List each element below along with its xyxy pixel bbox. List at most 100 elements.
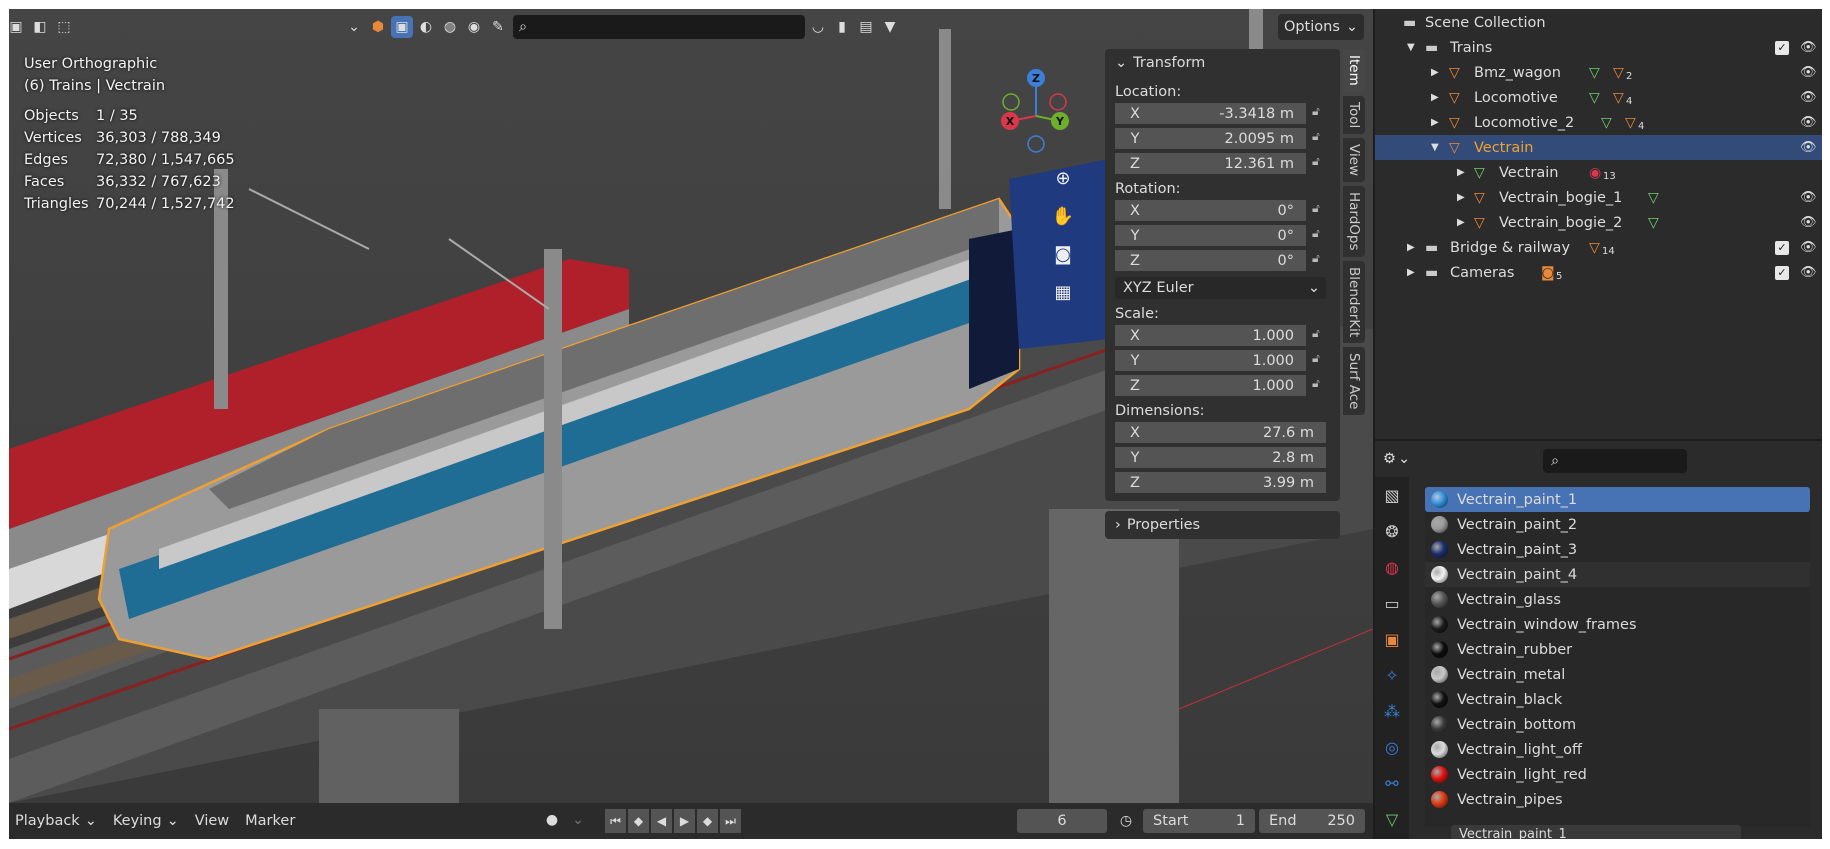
material-slot[interactable]: Vectrain_black: [1425, 687, 1810, 712]
material-slot[interactable]: Vectrain_paint_4: [1425, 562, 1810, 587]
eye-icon[interactable]: 👁︎: [1800, 215, 1817, 230]
active-material-field[interactable]: Vectrain_paint_1: [1451, 825, 1741, 839]
scale-z-field[interactable]: Z 1.000 🔓︎: [1115, 375, 1320, 396]
viewport-search-input[interactable]: ⌕: [513, 15, 805, 39]
scale-x-field[interactable]: X 1.000 🔓︎: [1115, 325, 1320, 346]
material-slot[interactable]: Vectrain_bottom: [1425, 712, 1810, 737]
lock-icon[interactable]: 🔓︎: [1312, 326, 1330, 344]
properties-search-input[interactable]: ⌕: [1543, 449, 1687, 473]
select-box-icon[interactable]: ▣: [9, 16, 27, 38]
expand-triangle-icon[interactable]: ▶: [1457, 192, 1465, 203]
options-button[interactable]: Options ⌄: [1278, 14, 1364, 40]
material-slot[interactable]: Vectrain_paint_2: [1425, 512, 1810, 537]
prev-keyframe-icon[interactable]: ◆: [628, 809, 649, 833]
location-z-field[interactable]: Z 12.361 m 🔓︎: [1115, 153, 1320, 174]
dimensions-x-field[interactable]: X 27.6 m: [1115, 422, 1326, 443]
outliner-row[interactable]: ▶ ▽ Vectrain_bogie_1 ▽ 👁︎: [1375, 185, 1822, 210]
jump-start-icon[interactable]: ⏮: [605, 809, 626, 833]
data-tab-icon[interactable]: ▽: [1375, 801, 1409, 837]
tab-tool[interactable]: Tool: [1343, 95, 1365, 134]
exclude-checkbox[interactable]: ✓: [1775, 265, 1789, 280]
outliner-row-selected[interactable]: ▼ ▽ Vectrain 👁︎: [1375, 135, 1822, 160]
eye-icon[interactable]: 👁︎: [1800, 40, 1817, 55]
expand-triangle-icon[interactable]: ▶: [1431, 117, 1439, 128]
filter-icon[interactable]: ▼: [879, 16, 901, 38]
outliner-row[interactable]: ▼ ▬ Trains ✓ 👁︎: [1375, 35, 1822, 60]
outliner-row[interactable]: ▶ ▬ Cameras ◙ 5 ✓ 👁︎: [1375, 260, 1822, 285]
material-slot[interactable]: Vectrain_paint_3: [1425, 537, 1810, 562]
navigation-gizmo[interactable]: Z Y X: [994, 61, 1079, 161]
record-icon[interactable]: ●: [541, 809, 563, 831]
material-slot[interactable]: Vectrain_pipes: [1425, 787, 1810, 812]
brush-icon[interactable]: ✎: [487, 16, 509, 38]
3d-viewport[interactable]: ▣ ◧ ⬚ ⌄ ⬢ ▣ ◐ ◍ ◉ ✎ ⌕ ◡ ▮ ▤ ▼ Options ⌄ …: [9, 9, 1373, 803]
next-keyframe-icon[interactable]: ◆: [697, 809, 718, 833]
select-extend-icon[interactable]: ◧: [29, 16, 51, 38]
particles-tab-icon[interactable]: ⁂: [1375, 693, 1409, 729]
physics-tab-icon[interactable]: ◎: [1375, 729, 1409, 765]
filter-toggle-icon[interactable]: ◡: [807, 16, 829, 38]
menu-marker[interactable]: Marker: [239, 813, 301, 829]
material-slot[interactable]: Vectrain_light_off: [1425, 737, 1810, 762]
tab-blenderkit[interactable]: BlenderKit: [1343, 260, 1365, 343]
menu-view[interactable]: View: [189, 813, 235, 829]
menu-playback[interactable]: Playback ⌄: [9, 813, 103, 829]
chevron-down-icon[interactable]: ⌄: [567, 809, 589, 831]
lock-icon[interactable]: 🔓︎: [1312, 154, 1330, 172]
grid-icon[interactable]: ▦: [1049, 278, 1077, 306]
properties-panel[interactable]: › Properties: [1105, 511, 1340, 539]
scale-y-field[interactable]: Y 1.000 🔓︎: [1115, 350, 1320, 371]
rotation-x-field[interactable]: X 0° 🔓︎: [1115, 200, 1320, 221]
expand-triangle-icon[interactable]: ▶: [1407, 242, 1415, 253]
lock-icon[interactable]: 🔓︎: [1312, 351, 1330, 369]
eye-icon[interactable]: 👁︎: [1800, 190, 1817, 205]
gizmo-colors-icon[interactable]: ⬢: [367, 16, 389, 38]
object-tab-icon[interactable]: ▣: [1375, 621, 1409, 657]
material-slot[interactable]: Vectrain_light_red: [1425, 762, 1810, 787]
dimensions-y-field[interactable]: Y 2.8 m: [1115, 447, 1326, 468]
outliner-row[interactable]: ▶ ▽ Locomotive_2 ▽ ▽ 4 👁︎: [1375, 110, 1822, 135]
world-tab-icon[interactable]: ◍: [1375, 549, 1409, 585]
shading-solid-icon[interactable]: ◐: [415, 16, 437, 38]
start-frame-field[interactable]: Start 1: [1143, 809, 1255, 833]
eye-icon[interactable]: 👁︎: [1800, 265, 1817, 280]
outliner-row-scene-collection[interactable]: ▬ Scene Collection: [1375, 10, 1822, 35]
tool-tab-icon[interactable]: ▧: [1375, 477, 1409, 513]
tab-view[interactable]: View: [1343, 137, 1365, 183]
select-mode-icon[interactable]: ▣: [391, 16, 413, 38]
lock-icon[interactable]: 🔓︎: [1312, 376, 1330, 394]
exclude-checkbox[interactable]: ✓: [1775, 240, 1789, 255]
shading-material-icon[interactable]: ◍: [439, 16, 461, 38]
dimensions-z-field[interactable]: Z 3.99 m: [1115, 472, 1326, 493]
end-frame-field[interactable]: End 250: [1259, 809, 1365, 833]
pan-hand-icon[interactable]: ✋: [1049, 202, 1077, 230]
lock-icon[interactable]: 🔓︎: [1312, 251, 1330, 269]
outliner-row[interactable]: ▶ ▽ Bmz_wagon ▽ ▽ 2 👁︎: [1375, 60, 1822, 85]
material-slot[interactable]: Vectrain_paint_1: [1425, 487, 1810, 512]
render-tab-icon[interactable]: ❂: [1375, 513, 1409, 549]
expand-triangle-icon[interactable]: ▶: [1457, 167, 1465, 178]
properties-header[interactable]: › Properties: [1105, 511, 1340, 539]
lock-icon[interactable]: 🔓︎: [1312, 201, 1330, 219]
chevron-down-icon[interactable]: ⌄: [343, 16, 365, 38]
collection-tab-icon[interactable]: ▭: [1375, 585, 1409, 621]
location-x-field[interactable]: X -3.3418 m 🔓︎: [1115, 103, 1320, 124]
rotation-mode-select[interactable]: XYZ Euler ⌄: [1115, 277, 1326, 299]
transform-header[interactable]: ⌄ Transform: [1105, 49, 1340, 77]
shading-rendered-icon[interactable]: ◉: [463, 16, 485, 38]
location-y-field[interactable]: Y 2.0095 m 🔓︎: [1115, 128, 1320, 149]
collapse-triangle-icon[interactable]: ▼: [1431, 142, 1439, 153]
lock-icon[interactable]: 🔓︎: [1312, 129, 1330, 147]
current-frame-field[interactable]: 6: [1017, 809, 1107, 833]
constraints-tab-icon[interactable]: ⚯: [1375, 765, 1409, 801]
rotation-y-field[interactable]: Y 0° 🔓︎: [1115, 225, 1320, 246]
tab-surf-ace[interactable]: Surf Ace: [1343, 346, 1365, 416]
select-subtract-icon[interactable]: ⬚: [53, 16, 75, 38]
play-reverse-icon[interactable]: ◀: [651, 809, 672, 833]
material-slot[interactable]: Vectrain_window_frames: [1425, 612, 1810, 637]
lock-icon[interactable]: 🔓︎: [1312, 226, 1330, 244]
eye-icon[interactable]: 👁︎: [1800, 240, 1817, 255]
outliner-row[interactable]: ▶ ▽ Locomotive ▽ ▽ 4 👁︎: [1375, 85, 1822, 110]
editor-type-button[interactable]: ⚙ ⌄: [1383, 451, 1410, 467]
collapse-triangle-icon[interactable]: ▼: [1407, 42, 1415, 53]
